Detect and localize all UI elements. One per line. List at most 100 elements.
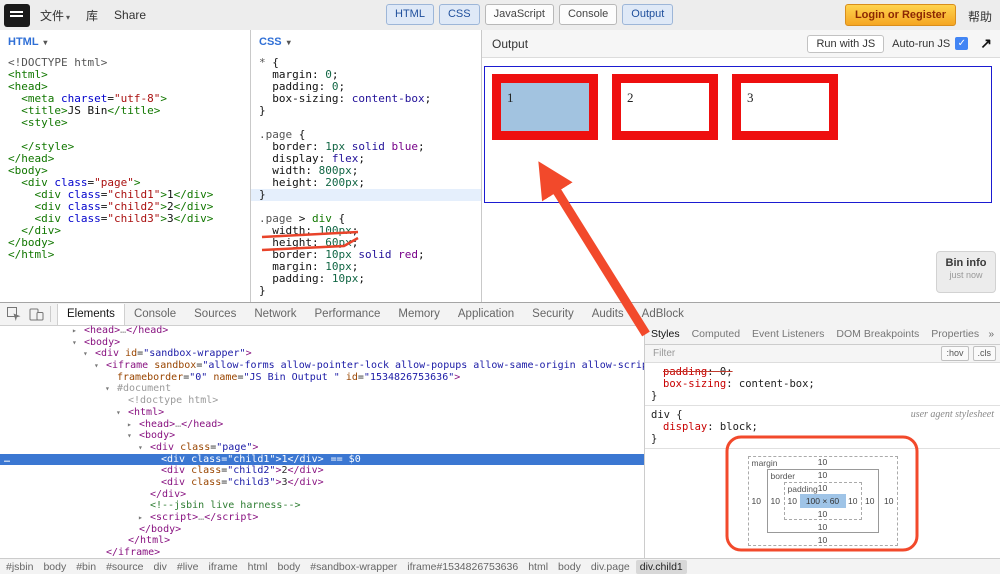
devtools-tab-adblock[interactable]: AdBlock xyxy=(633,304,693,325)
dom-node[interactable]: ▾ <iframe sandbox="allow-forms allow-poin… xyxy=(0,360,644,372)
panel-button-javascript[interactable]: JavaScript xyxy=(484,4,554,25)
panel-button-html[interactable]: HTML xyxy=(386,4,434,25)
code-line[interactable]: </html> xyxy=(8,249,250,261)
expand-arrow-icon[interactable]: ▾ xyxy=(116,407,128,419)
sidebar-tab-dom-breakpoints[interactable]: DOM Breakpoints xyxy=(830,325,925,344)
box-model-padding[interactable]: padding 10 10 10 10 100 × 60 xyxy=(783,482,862,520)
styles-filter-input[interactable] xyxy=(651,347,942,360)
dom-node[interactable]: ▾ <div class="page"> xyxy=(0,442,644,454)
sidebar-tab-styles[interactable]: Styles xyxy=(645,325,686,344)
dom-node[interactable]: ▾ #document xyxy=(0,383,644,395)
code-line[interactable]: } xyxy=(259,105,481,117)
open-output-window-icon[interactable]: ↗ xyxy=(980,35,992,52)
expand-arrow-icon[interactable]: ▸ xyxy=(72,325,84,337)
dom-node[interactable]: frameborder="0" name="JS Bin Output " id… xyxy=(0,372,644,384)
breadcrumb-div-page[interactable]: div.page xyxy=(587,560,634,574)
bin-info-badge[interactable]: Bin info just now xyxy=(936,251,996,293)
box-model-border[interactable]: border 10 10 10 10 padding 10 10 10 10 1… xyxy=(766,469,879,533)
breadcrumb-html[interactable]: html xyxy=(524,560,552,574)
devtools-tab-application[interactable]: Application xyxy=(449,304,523,325)
dom-node-selected[interactable]: <div class="child1">1</div> == $0… xyxy=(0,453,644,466)
sidebar-tab-properties[interactable]: Properties xyxy=(925,325,985,344)
dom-node[interactable]: </div> xyxy=(0,489,644,501)
devtools-tab-memory[interactable]: Memory xyxy=(389,304,449,325)
dom-node[interactable]: </iframe> xyxy=(0,547,644,559)
sidebar-tab-event-listeners[interactable]: Event Listeners xyxy=(746,325,830,344)
menu-library[interactable]: 库 xyxy=(86,7,98,24)
box-model-margin[interactable]: margin 10 10 10 10 border 10 10 10 10 pa… xyxy=(747,456,898,546)
expand-arrow-icon[interactable]: ▾ xyxy=(127,430,139,442)
dom-node[interactable]: </body> xyxy=(0,524,644,536)
sidebar-tab-computed[interactable]: Computed xyxy=(686,325,746,344)
autorun-checkbox[interactable]: ✓ xyxy=(955,37,969,50)
dom-node[interactable]: </html> xyxy=(0,535,644,547)
code-line[interactable]: height: 200px; xyxy=(259,177,481,189)
toggle-class-button[interactable]: .cls xyxy=(972,346,996,361)
panel-button-console[interactable]: Console xyxy=(558,4,618,25)
dom-tree[interactable]: ▸ <head>…</head> ▾ <body> ▾ <div id="sandbox-… xyxy=(0,325,645,559)
dom-node[interactable]: ▸ <head>…</head> xyxy=(0,419,644,431)
style-declaration[interactable]: padding: 0; xyxy=(645,366,1000,378)
devtools-tab-security[interactable]: Security xyxy=(523,304,583,325)
html-panel-menu[interactable]: HTML ▾ xyxy=(0,30,250,54)
code-line[interactable]: padding: 10px; xyxy=(259,273,481,285)
breadcrumb-html[interactable]: html xyxy=(244,560,272,574)
devtools-tab-network[interactable]: Network xyxy=(245,304,305,325)
expand-arrow-icon[interactable]: ▾ xyxy=(105,383,117,395)
jsbin-logo[interactable] xyxy=(4,3,30,27)
dom-node[interactable]: <!doctype html> xyxy=(0,395,644,407)
devtools-tab-elements[interactable]: Elements xyxy=(57,303,125,325)
style-declaration[interactable]: display: block; xyxy=(645,421,1000,433)
breadcrumb-body[interactable]: body xyxy=(39,560,70,574)
breadcrumb-div[interactable]: div xyxy=(149,560,170,574)
dom-node[interactable]: ▸ <head>…</head> xyxy=(0,325,644,337)
style-declaration[interactable]: } xyxy=(645,433,1000,445)
expand-arrow-icon[interactable]: ▾ xyxy=(72,337,84,349)
dom-node[interactable]: <div class="child2">2</div> xyxy=(0,465,644,477)
code-line[interactable]: box-sizing: content-box; xyxy=(259,93,481,105)
expand-arrow-icon[interactable]: ▾ xyxy=(83,348,95,360)
inspect-element-icon[interactable] xyxy=(6,306,22,322)
style-declaration[interactable]: box-sizing: content-box; xyxy=(645,378,1000,390)
breadcrumb--source[interactable]: #source xyxy=(102,560,147,574)
device-toolbar-icon[interactable] xyxy=(28,306,44,322)
code-line[interactable]: <style> xyxy=(8,117,250,129)
box-model-diagram[interactable]: margin 10 10 10 10 border 10 10 10 10 pa… xyxy=(747,456,898,546)
box-model-content[interactable]: 100 × 60 xyxy=(799,494,846,508)
code-line[interactable]: } xyxy=(251,189,481,201)
dom-node[interactable]: <div class="child3">3</div> xyxy=(0,477,644,489)
devtools-tab-console[interactable]: Console xyxy=(125,304,185,325)
dom-node[interactable]: ▸ <script>…</script> xyxy=(0,512,644,524)
dom-node[interactable]: ▾ <body> xyxy=(0,337,644,349)
devtools-tab-performance[interactable]: Performance xyxy=(306,304,390,325)
breadcrumb--live[interactable]: #live xyxy=(173,560,203,574)
help-link[interactable]: 帮助 xyxy=(968,8,992,25)
devtools-tab-sources[interactable]: Sources xyxy=(185,304,245,325)
toggle-hover-state-button[interactable]: :hov xyxy=(941,346,969,361)
style-declaration[interactable]: } xyxy=(645,390,1000,402)
breadcrumb-iframe-1534826753636[interactable]: iframe#1534826753636 xyxy=(403,560,522,574)
expand-arrow-icon[interactable]: ▾ xyxy=(94,360,106,372)
expand-arrow-icon[interactable]: ▸ xyxy=(138,512,150,524)
breadcrumb--bin[interactable]: #bin xyxy=(72,560,100,574)
sidebar-tabs-overflow-icon[interactable]: » xyxy=(988,329,994,340)
menu-share[interactable]: Share xyxy=(114,8,146,22)
breadcrumb-div-child1[interactable]: div.child1 xyxy=(635,560,687,574)
login-register-button[interactable]: Login or Register xyxy=(844,4,956,26)
dom-node[interactable]: ▾ <body> xyxy=(0,430,644,442)
devtools-tab-audits[interactable]: Audits xyxy=(583,304,633,325)
panel-button-output[interactable]: Output xyxy=(622,4,674,25)
dom-node[interactable]: ▾ <div id="sandbox-wrapper"> xyxy=(0,348,644,360)
code-line[interactable]: } xyxy=(259,285,481,297)
css-code-area[interactable]: * { margin: 0; padding: 0; box-sizing: c… xyxy=(251,54,481,302)
dom-node[interactable]: <!--jsbin live harness--> xyxy=(0,500,644,512)
expand-arrow-icon[interactable]: ▸ xyxy=(127,419,139,431)
breadcrumb--sandbox-wrapper[interactable]: #sandbox-wrapper xyxy=(306,560,401,574)
panel-button-css[interactable]: CSS xyxy=(438,4,480,25)
run-with-js-button[interactable]: Run with JS xyxy=(807,34,885,53)
expand-arrow-icon[interactable]: ▾ xyxy=(138,442,150,454)
breadcrumb-body[interactable]: body xyxy=(274,560,305,574)
breadcrumb-body[interactable]: body xyxy=(554,560,585,574)
dom-node[interactable]: ▾ <html> xyxy=(0,407,644,419)
css-panel-menu[interactable]: CSS ▾ xyxy=(251,30,481,54)
